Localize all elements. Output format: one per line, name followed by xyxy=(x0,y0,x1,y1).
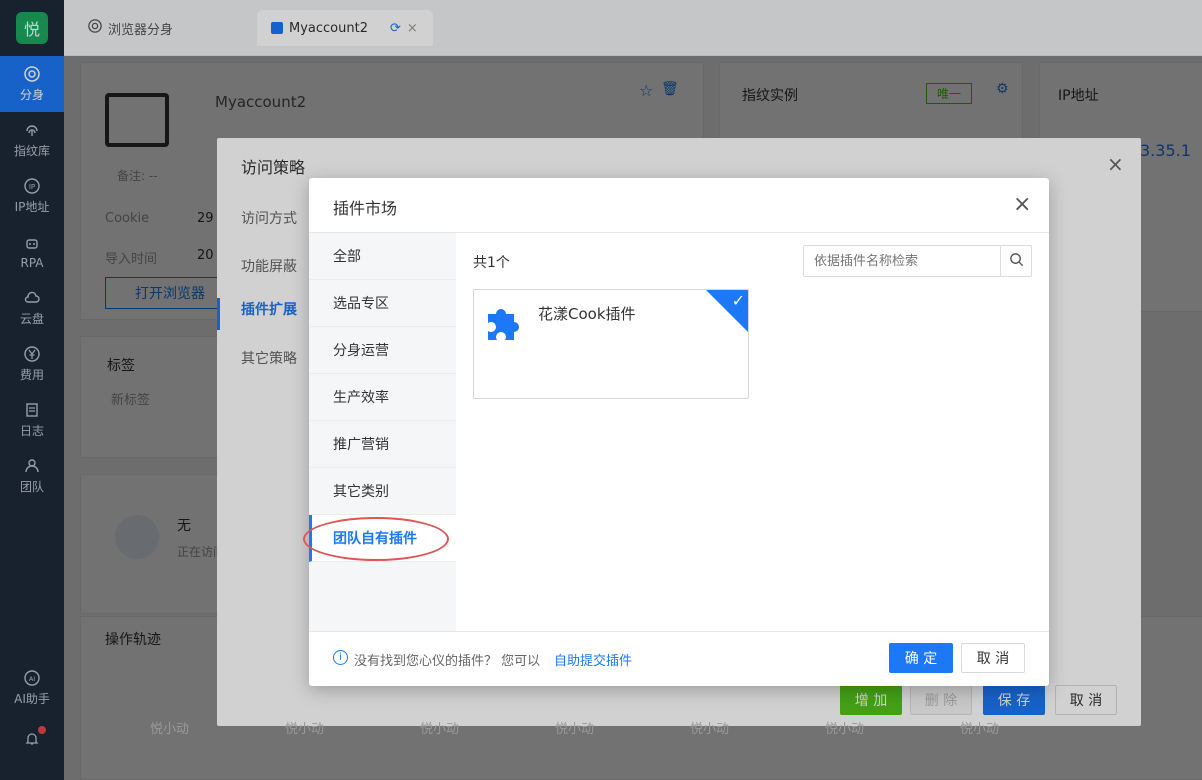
info-icon: i xyxy=(333,650,348,665)
footer-hint: 没有找到您心仪的插件？ 您可以 xyxy=(354,654,541,669)
close-icon[interactable]: × xyxy=(1013,192,1031,217)
dialog-title: 插件市场 xyxy=(333,199,398,218)
puzzle-icon xyxy=(482,300,526,348)
plugin-card[interactable]: 花漾Cook插件 ✓ xyxy=(473,289,749,399)
search-input[interactable] xyxy=(804,246,1000,276)
category-selection[interactable]: 选品专区 xyxy=(309,280,456,327)
annotation-highlight xyxy=(303,517,449,561)
submit-plugin-link[interactable]: 自助提交插件 xyxy=(554,650,632,669)
cancel-button[interactable]: 取 消 xyxy=(961,643,1025,673)
search-icon xyxy=(1009,252,1024,271)
category-all[interactable]: 全部 xyxy=(309,233,456,280)
dialog-header: 插件市场 × xyxy=(309,178,1049,233)
category-other[interactable]: 其它类别 xyxy=(309,468,456,515)
category-operation[interactable]: 分身运营 xyxy=(309,327,456,374)
checkmark-icon: ✓ xyxy=(731,291,745,310)
plugin-name: 花漾Cook插件 xyxy=(538,305,636,323)
category-list: 全部 选品专区 分身运营 生产效率 推广营销 其它类别 团队自有插件 xyxy=(309,233,456,631)
category-marketing[interactable]: 推广营销 xyxy=(309,421,456,468)
result-count: 共1个 xyxy=(473,255,510,271)
dialog-footer: i 没有找到您心仪的插件？ 您可以 自助提交插件 确 定 取 消 xyxy=(309,631,1049,686)
category-productivity[interactable]: 生产效率 xyxy=(309,374,456,421)
confirm-button[interactable]: 确 定 xyxy=(889,643,953,673)
search-button[interactable] xyxy=(1000,246,1031,276)
plugin-search xyxy=(803,245,1032,277)
plugin-market-dialog: 插件市场 × 全部 选品专区 分身运营 生产效率 推广营销 其它类别 团队自有插… xyxy=(309,178,1049,686)
